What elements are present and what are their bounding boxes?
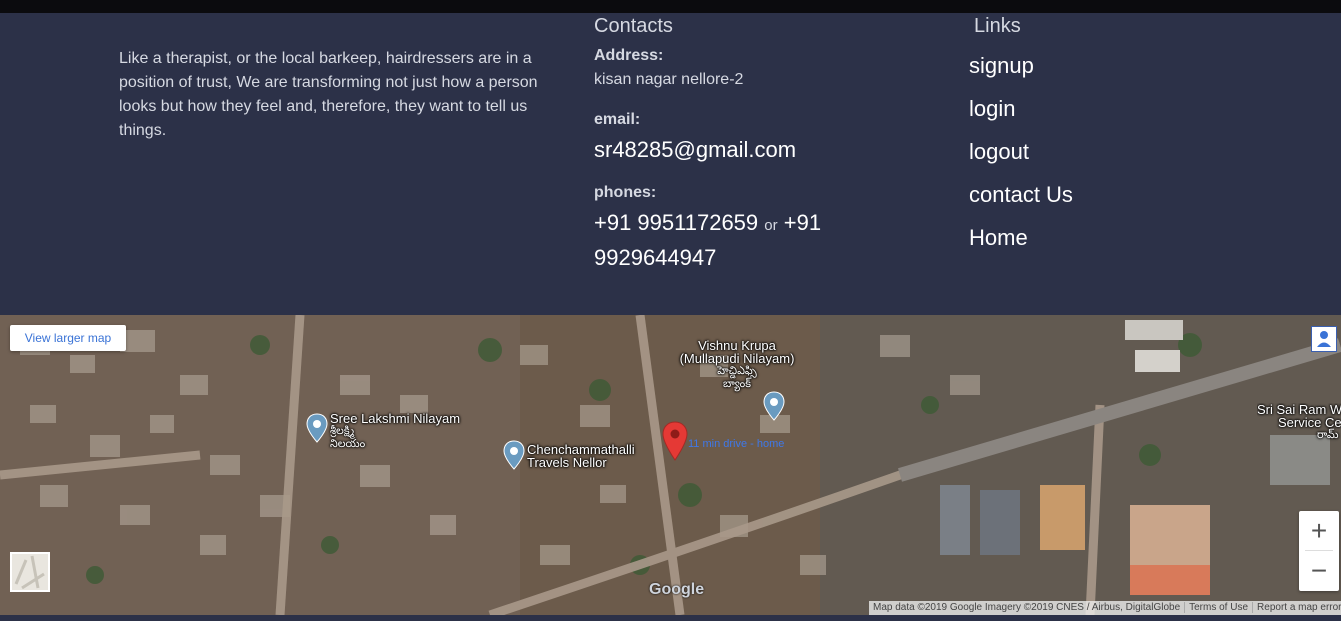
site-footer: Like a therapist, or the local barkeep, …	[0, 13, 1341, 315]
link-home[interactable]: Home	[969, 223, 1073, 266]
phones-label: phones:	[594, 184, 657, 201]
place-label-chenchammathalli[interactable]: Chenchammathalli Travels Nellor	[527, 443, 635, 469]
phones-value: +91 9951172659 or +91 9929644947	[594, 207, 844, 274]
about-text: Like a therapist, or the local barkeep, …	[119, 50, 538, 139]
address-value: kisan nagar nellore-2	[594, 71, 744, 88]
phone-1[interactable]: +91 9951172659	[594, 210, 758, 235]
phone-separator: or	[764, 217, 778, 234]
place-label-vishnu-krupa[interactable]: Vishnu Krupa (Mullapudi Nilayam) హెచ్డిఎ…	[672, 339, 802, 391]
bottom-strip	[0, 615, 1341, 621]
contacts-heading: Contacts	[594, 15, 673, 37]
zoom-out-button[interactable]: −	[1299, 551, 1339, 591]
link-contact-us[interactable]: contact Us	[969, 180, 1073, 223]
top-bar	[0, 0, 1341, 13]
location-pin-icon[interactable]	[662, 421, 688, 461]
email-label: email:	[594, 111, 641, 128]
zoom-divider	[1305, 550, 1333, 551]
links-list: signup login logout contact Us Home	[969, 51, 1073, 266]
embedded-map[interactable]: View larger map Sree Lakshmi Nilayam శ్ర…	[0, 315, 1341, 615]
report-map-error-link[interactable]: Report a map error	[1252, 602, 1341, 613]
place-marker-icon[interactable]	[503, 440, 525, 470]
link-signup[interactable]: signup	[969, 51, 1073, 94]
terms-of-use-link[interactable]: Terms of Use	[1184, 602, 1253, 613]
map-data-credit: Map data ©2019 Google Imagery ©2019 CNES…	[873, 602, 1181, 613]
drive-time-label: 11 min drive - home	[688, 438, 785, 450]
links-heading: Links	[974, 15, 1021, 37]
map-layer-icon	[12, 554, 48, 590]
view-larger-map-link[interactable]: View larger map	[10, 325, 126, 351]
map-type-toggle[interactable]	[10, 552, 50, 592]
link-login[interactable]: login	[969, 94, 1073, 137]
email-link[interactable]: sr48285@gmail.com	[594, 137, 796, 163]
place-label-sree-lakshmi[interactable]: Sree Lakshmi Nilayam శ్రీలక్ష్మి నిలయం	[330, 412, 460, 451]
google-logo: Google	[649, 581, 705, 598]
link-logout[interactable]: logout	[969, 137, 1073, 180]
address-label: Address:	[594, 47, 664, 64]
map-attribution: Map data ©2019 Google Imagery ©2019 CNES…	[869, 601, 1341, 615]
zoom-controls: + −	[1299, 511, 1339, 591]
place-marker-icon[interactable]	[306, 413, 328, 443]
pegman-icon[interactable]	[1311, 326, 1337, 352]
zoom-in-button[interactable]: +	[1299, 511, 1339, 551]
satellite-imagery	[0, 315, 1341, 615]
place-marker-icon[interactable]	[763, 391, 785, 421]
place-label-sri-sai-ram[interactable]: Sri Sai Ram W Service Ce రామ్	[1257, 403, 1341, 442]
